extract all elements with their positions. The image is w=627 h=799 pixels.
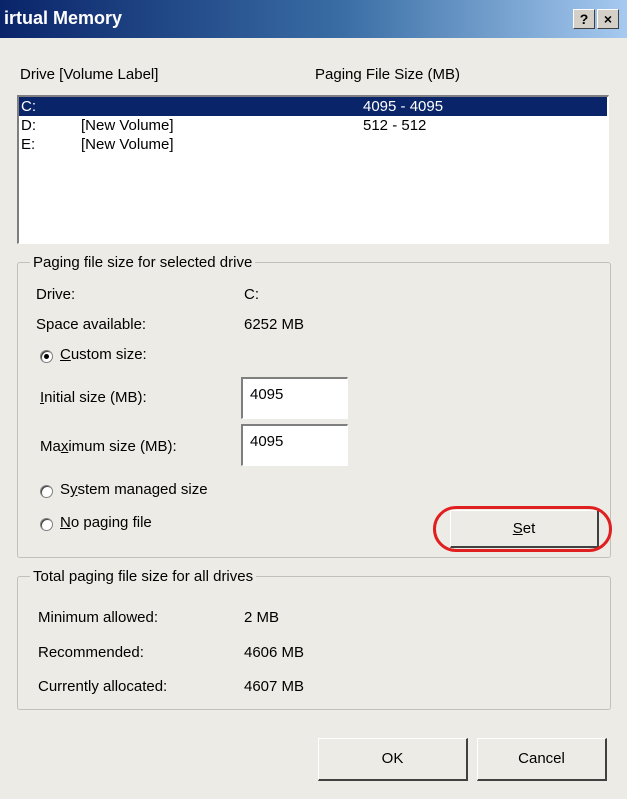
maximum-size-label: Maximum size (MB): (40, 438, 177, 455)
drive-letter: D: (21, 117, 36, 134)
initial-size-label: Initial size (MB): (40, 389, 147, 406)
recommended-value: 4606 MB (244, 644, 305, 661)
close-button[interactable]: × (597, 9, 619, 29)
no-paging-file-label[interactable]: No paging file (60, 514, 152, 531)
minimum-allowed-value: 2 MB (244, 609, 280, 626)
no-paging-file-radio[interactable] (40, 518, 53, 531)
drive-row-d[interactable]: D: [New Volume] 512 - 512 (19, 116, 607, 135)
paging-size: 4095 - 4095 (363, 98, 444, 115)
cancel-button[interactable]: Cancel (477, 738, 607, 781)
space-available-label: Space available: (36, 316, 147, 333)
custom-size-radio[interactable] (40, 350, 53, 363)
currently-allocated-label: Currently allocated: (38, 678, 168, 695)
minimum-allowed-label: Minimum allowed: (38, 609, 159, 626)
volume-label: [New Volume] (81, 117, 174, 134)
custom-size-label[interactable]: Custom size: (60, 346, 147, 363)
column-header-paging-size[interactable]: Paging File Size (MB) (315, 66, 460, 83)
ok-button[interactable]: OK (318, 738, 468, 781)
virtual-memory-dialog: irtual Memory ? × Drive [Volume Label] P… (0, 0, 627, 799)
recommended-label: Recommended: (38, 644, 144, 661)
drive-label: Drive: (36, 286, 76, 303)
totals-legend: Total paging file size for all drives (33, 568, 254, 585)
drive-value: C: (244, 286, 259, 303)
currently-allocated-value: 4607 MB (244, 678, 305, 695)
title-bar: irtual Memory ? × (0, 0, 627, 38)
drive-row-c[interactable]: C: 4095 - 4095 (19, 97, 607, 116)
drive-row-e[interactable]: E: [New Volume] (19, 135, 607, 154)
drive-letter: E: (21, 136, 36, 153)
system-managed-radio[interactable] (40, 485, 53, 498)
space-available-value: 6252 MB (244, 316, 305, 333)
help-button[interactable]: ? (573, 9, 595, 29)
column-header-drive[interactable]: Drive [Volume Label] (20, 66, 158, 83)
system-managed-label[interactable]: System managed size (60, 481, 208, 498)
window-title: irtual Memory (4, 8, 123, 28)
maximum-size-input[interactable]: 4095 (241, 424, 348, 466)
drive-letter: C: (21, 98, 36, 115)
drive-list[interactable]: C: 4095 - 4095 D: [New Volume] 512 - 512… (17, 95, 609, 244)
selected-drive-legend: Paging file size for selected drive (33, 254, 253, 271)
highlight-circle (433, 506, 612, 552)
initial-size-input[interactable]: 4095 (241, 377, 348, 419)
paging-size: 512 - 512 (363, 117, 427, 134)
volume-label: [New Volume] (81, 136, 174, 153)
